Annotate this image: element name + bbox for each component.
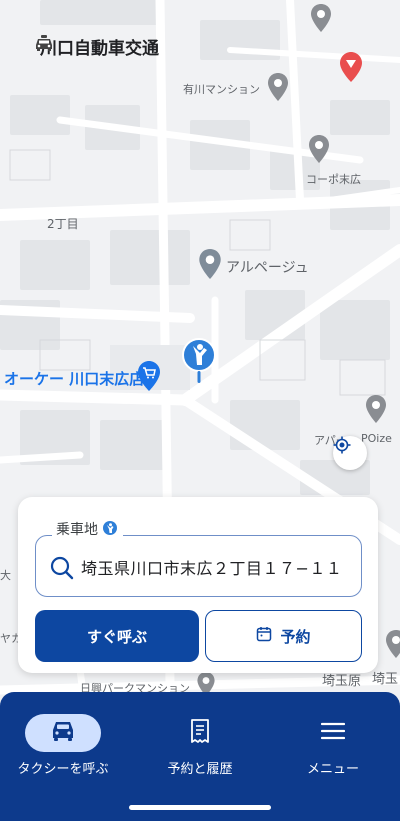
menu-icon [320,721,346,745]
my-location-button[interactable] [333,436,367,470]
pickup-address: 埼玉県川口市末広２丁目１７−１１ [81,559,343,578]
nav-label: 予約と履歴 [167,762,233,777]
nav-menu[interactable]: メニュー [273,714,393,777]
pickup-field[interactable]: 埼玉県川口市末広２丁目１７−１１ [35,535,362,597]
car-icon [50,720,76,746]
reserve-button[interactable]: 予約 [205,610,362,662]
nav-icon-pill [295,714,371,752]
receipt-icon [189,718,211,748]
nav-call-taxi[interactable]: タクシーを呼ぶ [3,714,123,777]
company-name: 川口自動車交通 [40,39,159,59]
nav-icon-pill [25,714,101,752]
map-label: 大 [0,569,11,582]
map-label: POize [361,432,392,445]
bottom-nav: タクシーを呼ぶ 予約と履歴 メニュー [0,692,400,821]
nav-reservations-history[interactable]: 予約と履歴 [140,714,260,777]
reserve-label: 予約 [280,627,311,646]
map-label: コーポ末広 [306,173,361,186]
calendar-icon [256,626,272,646]
call-now-button[interactable]: すぐ呼ぶ [35,610,199,662]
store-label[interactable]: オーケー 川口末広店 [4,368,144,389]
map-label: 2丁目 [47,217,79,231]
pickup-label-wrap: 乗車地 [52,519,123,539]
home-indicator[interactable] [129,805,271,810]
nav-icon-pill [162,714,238,752]
search-icon [50,556,74,584]
pickup-person-icon [103,520,117,539]
company-header: 川口自動車交通 [34,34,159,59]
map-label: アルページュ [226,260,309,276]
call-now-label: すぐ呼ぶ [86,627,147,646]
booking-card: 埼玉県川口市末広２丁目１７−１１ 乗車地 すぐ呼ぶ 予約 [18,497,378,673]
pickup-label: 乗車地 [56,522,98,538]
nav-label: タクシーを呼ぶ [17,762,109,777]
map-label: 埼玉 [372,672,399,687]
nav-label: メニュー [306,762,359,777]
map-label: 有川マンション [183,83,260,96]
